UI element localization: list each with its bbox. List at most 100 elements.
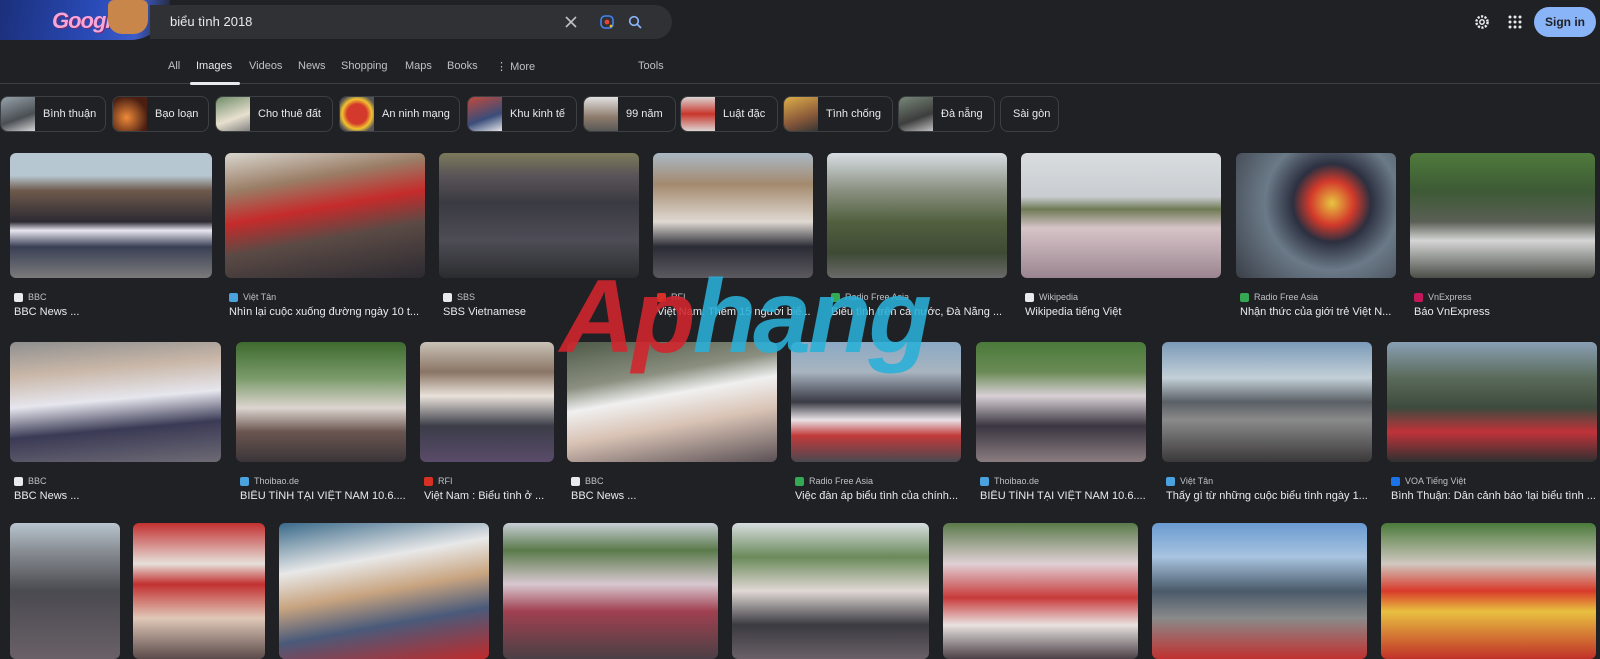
image-result[interactable]: Thoibao.de BIỂU TÌNH TẠI VIỆT NAM 10.6..… xyxy=(976,342,1146,507)
result-thumbnail xyxy=(1387,342,1597,462)
related-chip[interactable]: Đà nẵng xyxy=(898,96,995,132)
tab-more[interactable]: ⋮ More xyxy=(496,60,535,73)
image-result[interactable]: Radio Free Asia Nhận thức của giới trẻ V… xyxy=(1236,153,1396,323)
related-chip[interactable]: An ninh mạng xyxy=(339,96,460,132)
image-result-thumbnail[interactable] xyxy=(943,523,1138,659)
chip-label: 99 năm xyxy=(626,108,663,120)
tab-all[interactable]: All xyxy=(168,60,180,72)
source-favicon-icon xyxy=(795,476,804,486)
image-result[interactable]: BBC BBC News ... xyxy=(10,153,212,323)
result-thumbnail xyxy=(420,342,554,462)
chip-label: Tình chống xyxy=(826,108,882,120)
image-result-thumbnail[interactable] xyxy=(133,523,265,659)
result-thumbnail xyxy=(225,153,425,278)
more-vert-icon: ⋮ xyxy=(496,61,511,73)
related-chip[interactable]: Sài gòn xyxy=(1000,96,1059,132)
image-result[interactable]: Việt Tân Nhìn lại cuộc xuống đường ngày … xyxy=(225,153,425,323)
related-chip[interactable]: 99 năm xyxy=(583,96,676,132)
source-name: VOA Tiếng Việt xyxy=(1405,476,1466,486)
result-caption[interactable]: Bình Thuận: Dân cảnh báo 'lại biểu tình … xyxy=(1391,490,1597,502)
tab-images[interactable]: Images xyxy=(196,60,232,72)
related-chip[interactable]: Bình thuận xyxy=(0,96,106,132)
chip-label: Luật đặc xyxy=(723,108,766,120)
search-box[interactable]: biểu tình 2018 xyxy=(150,5,672,39)
tools-button[interactable]: Tools xyxy=(638,60,664,72)
result-source: RFI xyxy=(424,476,453,486)
source-favicon-icon xyxy=(980,476,989,486)
tab-videos[interactable]: Videos xyxy=(249,60,282,72)
result-source: Radio Free Asia xyxy=(1240,292,1318,302)
source-name: BBC xyxy=(28,292,47,302)
tab-maps[interactable]: Maps xyxy=(405,60,432,72)
source-favicon-icon xyxy=(229,292,238,302)
source-name: Thoibao.de xyxy=(254,476,300,486)
result-source: Thoibao.de xyxy=(980,476,1039,486)
settings-gear-icon[interactable] xyxy=(1470,10,1494,34)
result-thumbnail xyxy=(976,342,1146,462)
chip-label: Đà nẵng xyxy=(941,108,983,120)
source-favicon-icon xyxy=(571,476,580,486)
source-name: BBC xyxy=(585,476,604,486)
image-result[interactable]: VnExpress Báo VnExpress xyxy=(1410,153,1595,323)
result-source: BBC xyxy=(571,476,604,486)
result-thumbnail xyxy=(1021,153,1221,278)
watermark-part-1: Ap xyxy=(560,259,696,375)
source-favicon-icon xyxy=(443,292,452,302)
result-thumbnail xyxy=(1162,342,1372,462)
result-caption[interactable]: BBC News ... xyxy=(571,490,777,502)
image-result-thumbnail[interactable] xyxy=(279,523,489,659)
result-caption[interactable]: Việc đàn áp biểu tình của chính... xyxy=(795,490,961,502)
related-chip[interactable]: Tình chống xyxy=(783,96,893,132)
image-result-thumbnail[interactable] xyxy=(732,523,929,659)
result-caption[interactable]: Việt Nam : Biểu tình ở ... xyxy=(424,490,554,502)
source-name: BBC xyxy=(28,476,47,486)
chip-thumbnail xyxy=(468,97,502,131)
result-caption[interactable]: BIỂU TÌNH TẠI VIỆT NAM 10.6.... xyxy=(980,490,1146,502)
search-icon[interactable] xyxy=(625,12,645,32)
image-result[interactable]: BBC BBC News ... xyxy=(10,342,221,507)
source-name: Radio Free Asia xyxy=(1254,292,1319,302)
image-result-thumbnail[interactable] xyxy=(10,523,120,659)
related-chip[interactable]: Khu kinh tế xyxy=(467,96,577,132)
result-caption[interactable]: BBC News ... xyxy=(14,306,212,318)
image-result-thumbnail[interactable] xyxy=(1152,523,1367,659)
chip-thumbnail xyxy=(113,97,147,131)
chip-thumbnail xyxy=(1,97,35,131)
lens-icon[interactable] xyxy=(597,12,617,32)
tab-books[interactable]: Books xyxy=(447,60,478,72)
source-name: Radio Free Asia xyxy=(809,476,874,486)
tab-shopping[interactable]: Shopping xyxy=(341,60,388,72)
tab-news[interactable]: News xyxy=(298,60,326,72)
result-caption[interactable]: BBC News ... xyxy=(14,490,221,502)
chip-thumbnail xyxy=(899,97,933,131)
result-caption[interactable]: Wikipedia tiếng Việt xyxy=(1025,306,1221,318)
chip-thumbnail xyxy=(681,97,715,131)
apps-grid-icon[interactable] xyxy=(1503,10,1527,34)
image-result[interactable]: VOA Tiếng Việt Bình Thuận: Dân cảnh báo … xyxy=(1387,342,1597,507)
result-caption[interactable]: Thấy gì từ những cuộc biểu tình ngày 1..… xyxy=(1166,490,1372,502)
search-tabs: All Images Videos News Shopping Maps Boo… xyxy=(0,56,1600,85)
image-result[interactable]: Việt Tân Thấy gì từ những cuộc biểu tình… xyxy=(1162,342,1372,507)
image-result[interactable]: Thoibao.de BIỂU TÌNH TẠI VIỆT NAM 10.6..… xyxy=(236,342,406,507)
source-favicon-icon xyxy=(14,292,23,302)
result-caption[interactable]: BIỂU TÌNH TẠI VIỆT NAM 10.6.... xyxy=(240,490,406,502)
image-result[interactable]: Wikipedia Wikipedia tiếng Việt xyxy=(1021,153,1221,323)
google-doodle-logo[interactable]: Google xyxy=(0,0,170,40)
related-chip[interactable]: Luật đặc xyxy=(680,96,778,132)
search-input[interactable]: biểu tình 2018 xyxy=(170,14,252,29)
result-caption[interactable]: Nhận thức của giới trẻ Việt N... xyxy=(1240,306,1396,318)
source-name: Wikipedia xyxy=(1039,292,1079,302)
image-result-thumbnail[interactable] xyxy=(1381,523,1596,659)
result-thumbnail xyxy=(10,342,221,462)
sign-in-button[interactable]: Sign in xyxy=(1534,7,1596,37)
image-result[interactable]: RFI Việt Nam : Biểu tình ở ... xyxy=(420,342,554,507)
result-caption[interactable]: Báo VnExpress xyxy=(1414,306,1595,318)
result-caption[interactable]: Nhìn lại cuộc xuống đường ngày 10 t... xyxy=(229,306,425,318)
clear-icon[interactable] xyxy=(561,12,581,32)
related-chip[interactable]: Cho thuê đất xyxy=(215,96,333,132)
image-result-thumbnail[interactable] xyxy=(503,523,718,659)
chip-label: Cho thuê đất xyxy=(258,108,321,120)
source-name: Thoibao.de xyxy=(994,476,1040,486)
related-chip[interactable]: Bạo loạn xyxy=(112,96,209,132)
watermark-part-2: hang xyxy=(692,259,932,375)
